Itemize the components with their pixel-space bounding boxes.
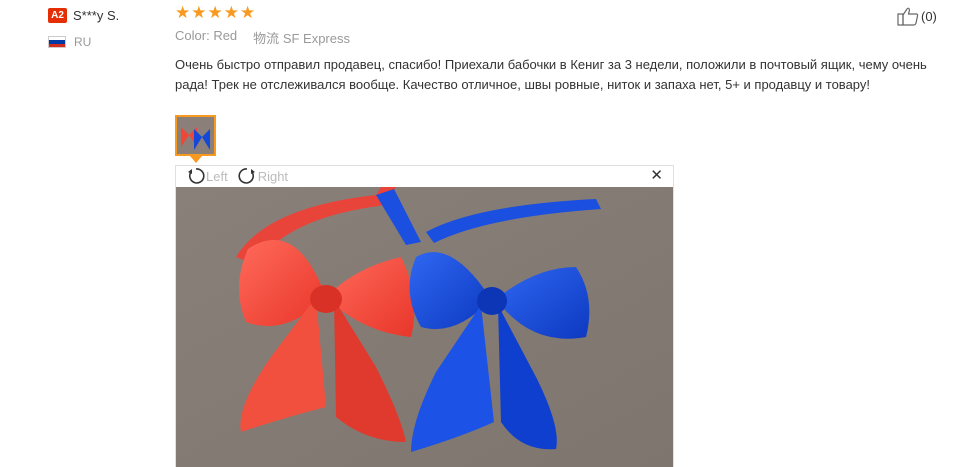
rotate-left-button[interactable]: Left (186, 166, 228, 186)
rotate-left-icon (188, 168, 205, 184)
star-icon: ★ (223, 3, 239, 22)
shipping-info: 物流 SF Express (253, 28, 350, 46)
reviewer-info: A2 S***y S. RU (48, 6, 168, 49)
rotate-right-button[interactable]: Right (236, 166, 288, 186)
shipping-value: SF Express (282, 31, 350, 46)
color-value: Red (213, 28, 238, 43)
country-code: RU (74, 35, 92, 49)
color-label: Color: (175, 28, 210, 43)
close-icon[interactable]: ✕ (650, 168, 663, 184)
order-info: Color: Red 物流 SF Express (175, 28, 945, 46)
photo-viewer: Left Right ✕ (175, 165, 674, 467)
bow-ties-photo (176, 187, 673, 467)
review-content: ★ ★ ★ ★ ★ Color: Red 物流 SF Express Очень… (175, 4, 945, 95)
thumbs-up-icon (897, 7, 919, 26)
reviewer-level-badge: A2 (48, 7, 67, 23)
star-rating: ★ ★ ★ ★ ★ (175, 4, 945, 22)
star-icon: ★ (191, 3, 207, 22)
helpful-count: (0) (921, 8, 937, 24)
star-icon: ★ (207, 3, 223, 22)
thumbnail-pointer (190, 156, 202, 163)
reviewer-country: RU (48, 35, 168, 49)
thumbnail-image (177, 117, 214, 154)
review-photo-thumbnail[interactable] (175, 115, 216, 156)
rotate-left-label: Left (206, 168, 228, 184)
rotate-right-icon (238, 168, 255, 184)
russia-flag-icon (48, 36, 66, 48)
star-icon: ★ (240, 3, 256, 22)
reviewer-name: S***y S. (73, 7, 120, 23)
viewer-toolbar: Left Right ✕ (176, 166, 673, 186)
reviewer-name-row: A2 S***y S. (48, 6, 168, 24)
color-info: Color: Red (175, 28, 237, 44)
review-photo (176, 187, 673, 467)
star-icon: ★ (175, 3, 191, 22)
review-text: Очень быстро отправил продавец, спасибо!… (175, 57, 927, 92)
rotate-right-label: Right (257, 168, 289, 184)
shipping-label: 物流 (253, 31, 280, 46)
helpful-button[interactable]: (0) (897, 6, 937, 26)
